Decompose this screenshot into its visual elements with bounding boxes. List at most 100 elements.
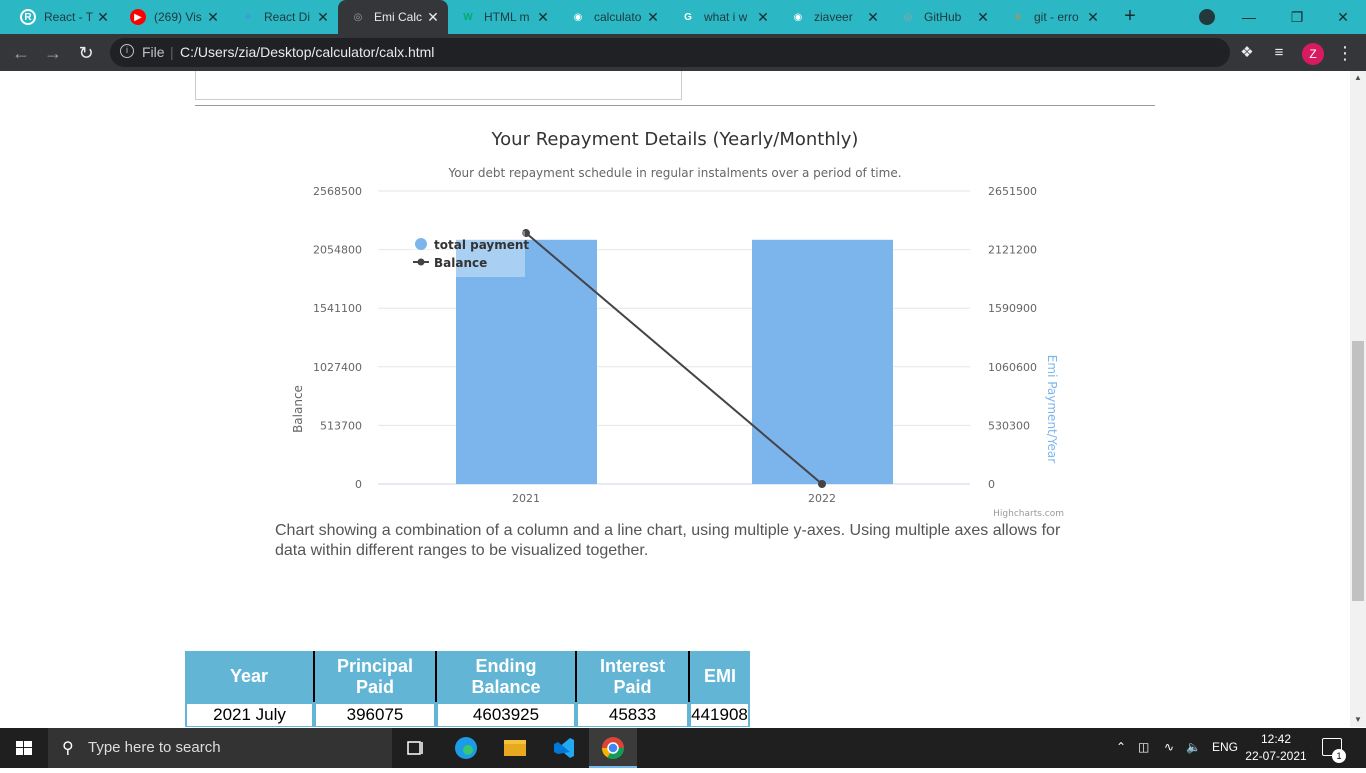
header-emi: EMI — [688, 651, 750, 702]
info-icon[interactable]: i — [120, 44, 134, 58]
cell-interest-paid: 45833 — [578, 704, 687, 726]
page-scrollbar[interactable]: ▲ ▼ — [1350, 71, 1366, 727]
tab-strip: R React - T ✕ ▶ (269) Vis ✕ ✦ React Di ✕ ◎ Emi Cal… — [0, 0, 1366, 34]
reload-icon[interactable]: ↻ — [75, 42, 97, 64]
right-axis-tick-label: 1590900 — [988, 302, 1037, 315]
chart-title: Your Repayment Details (Yearly/Monthly) — [491, 129, 859, 150]
tab-title: calculato — [594, 10, 642, 24]
menu-kebab-icon[interactable]: ⋮ — [1334, 42, 1356, 64]
tab-title: (269) Vis — [154, 10, 202, 24]
left-axis-tick-label: 513700 — [320, 419, 362, 432]
left-axis-tick-label: 0 — [355, 478, 362, 491]
cell-emi: 441908 — [691, 704, 748, 726]
google-icon: G — [684, 11, 692, 23]
scroll-down-arrow-icon[interactable]: ▼ — [1354, 715, 1362, 724]
close-tab-icon[interactable]: ✕ — [756, 9, 770, 26]
close-window-icon[interactable]: ✕ — [1320, 4, 1366, 30]
left-axis-tick-label: 2054800 — [313, 244, 362, 257]
minimize-icon[interactable]: — — [1226, 4, 1272, 30]
browser-tab[interactable]: ≡ git - erro ✕ — [998, 4, 1108, 30]
forward-arrow-icon[interactable]: → — [42, 42, 64, 64]
close-tab-icon[interactable]: ✕ — [976, 9, 990, 26]
clock-time: 12:42 — [1260, 732, 1292, 746]
browser-tab[interactable]: ✦ React Di ✕ — [228, 4, 338, 30]
browser-tab[interactable]: ◎ GitHub ✕ — [888, 4, 998, 30]
tray-chevron-up-icon[interactable]: ⌃ — [1116, 740, 1126, 754]
close-tab-icon[interactable]: ✕ — [206, 9, 220, 26]
close-tab-icon[interactable]: ✕ — [1086, 9, 1100, 26]
legend-label-balance: Balance — [434, 256, 487, 270]
browser-tab[interactable]: ◉ calculato ✕ — [558, 4, 668, 30]
right-axis-label: Emi Payment/Year — [1045, 355, 1059, 463]
media-queue-icon[interactable]: ≡ — [1268, 42, 1290, 64]
close-tab-icon[interactable]: ✕ — [646, 9, 660, 26]
new-tab-plus-icon[interactable]: + — [1120, 6, 1140, 26]
browser-tab[interactable]: W HTML m ✕ — [448, 4, 558, 30]
volume-icon[interactable]: 🔈 — [1186, 740, 1201, 754]
close-tab-icon[interactable]: ✕ — [316, 9, 330, 26]
left-axis-tick-label: 1027400 — [313, 361, 362, 374]
browser-tab[interactable]: ▶ (269) Vis ✕ — [118, 4, 228, 30]
x-axis-tick-label: 2021 — [512, 492, 540, 505]
tab-title: git - erro — [1034, 10, 1079, 24]
notification-count-badge: 1 — [1332, 749, 1346, 763]
emi-table: Year Principal Paid Ending Balance Inter… — [185, 651, 750, 727]
battery-icon[interactable]: ◫ — [1138, 740, 1149, 754]
react-icon: R — [20, 9, 36, 25]
right-axis-tick-label: 2651500 — [988, 185, 1037, 198]
highcharts-credit: Highcharts.com — [993, 509, 1064, 519]
windows-start-button[interactable] — [0, 728, 48, 768]
w3schools-icon: W — [463, 11, 473, 23]
close-tab-icon[interactable]: ✕ — [866, 9, 880, 26]
react-dnd-icon: ✦ — [243, 11, 253, 23]
windows-logo-icon — [16, 741, 32, 755]
extensions-puzzle-icon[interactable]: ❖ — [1236, 42, 1258, 64]
stackoverflow-icon: ≡ — [1015, 11, 1021, 23]
profile-avatar[interactable]: Z — [1302, 43, 1324, 65]
wifi-icon[interactable]: ∿ — [1164, 740, 1174, 754]
back-arrow-icon[interactable]: ← — [10, 42, 32, 64]
legend-line-marker — [417, 258, 425, 266]
address-bar[interactable]: i File | C:/Users/zia/Desktop/calculator… — [110, 38, 1323, 67]
chart-bar — [752, 239, 893, 484]
browser-tab[interactable]: ◉ ziaveer ✕ — [778, 4, 888, 30]
browser-tab[interactable]: R React - T ✕ — [8, 4, 118, 30]
browser-tab[interactable]: ◎ Emi Calc ✕ — [338, 0, 448, 34]
taskbar-clock[interactable]: 12:42 22-07-2021 — [1244, 731, 1308, 765]
left-axis-ticks: 0 513700 1027400 1541100 2054800 2568500 — [313, 185, 362, 491]
close-tab-icon[interactable]: ✕ — [96, 9, 110, 26]
edge-browser-icon[interactable] — [442, 728, 490, 768]
chrome-taskbar-icon[interactable] — [589, 728, 637, 768]
github-icon: ◉ — [793, 11, 803, 23]
restore-icon[interactable]: ❐ — [1274, 4, 1320, 30]
vscode-icon[interactable] — [540, 728, 588, 768]
legend-label-total-payment: total payment — [434, 238, 529, 252]
scroll-up-arrow-icon[interactable]: ▲ — [1354, 73, 1362, 82]
browser-tab[interactable]: Gwhat i w ✕ — [668, 4, 778, 30]
tab-title: ziaveer — [814, 10, 853, 24]
tab-title: React - T — [44, 10, 94, 24]
cell-year: 2021 July — [187, 704, 312, 726]
file-explorer-icon[interactable] — [491, 728, 539, 768]
tab-search-icon[interactable] — [1199, 9, 1215, 25]
taskbar-search[interactable]: ⚲ Type here to search — [48, 728, 392, 768]
header-year: Year — [185, 651, 314, 702]
url-text[interactable]: C:/Users/zia/Desktop/calculator/calx.htm… — [180, 44, 434, 60]
scroll-thumb[interactable] — [1352, 341, 1364, 601]
x-axis-tick-label: 2022 — [808, 492, 836, 505]
close-tab-icon[interactable]: ✕ — [426, 9, 440, 26]
x-axis-ticks: 2021 2022 — [512, 492, 836, 505]
task-view-icon[interactable] — [392, 728, 440, 768]
tab-title: HTML m — [484, 10, 530, 24]
header-ending-balance: Ending Balance — [435, 651, 576, 702]
right-axis-tick-label: 530300 — [988, 419, 1030, 432]
tab-title: GitHub — [924, 10, 962, 24]
repayment-chart: Your Repayment Details (Yearly/Monthly) … — [291, 129, 1064, 519]
left-axis-tick-label: 1541100 — [313, 302, 362, 315]
table-header-row: Year Principal Paid Ending Balance Inter… — [185, 651, 750, 702]
right-axis-ticks: 0 530300 1060600 1590900 2121200 2651500 — [988, 185, 1037, 491]
close-tab-icon[interactable]: ✕ — [536, 9, 550, 26]
right-axis-tick-label: 1060600 — [988, 361, 1037, 374]
language-indicator[interactable]: ENG — [1212, 740, 1238, 754]
chart-legend[interactable]: total payment Balance — [410, 231, 529, 277]
